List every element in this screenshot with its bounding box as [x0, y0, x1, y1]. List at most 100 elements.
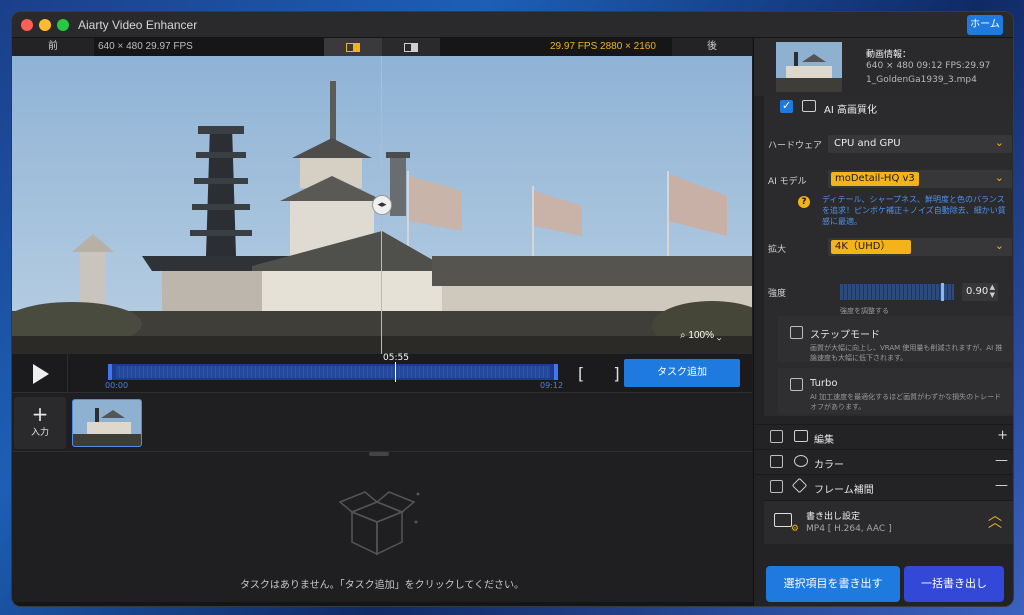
- collapse-icon[interactable]: —: [995, 478, 1008, 493]
- input-label: 入力: [30, 428, 49, 438]
- step-mode-label: ステップモード: [810, 330, 880, 341]
- collapse-icon[interactable]: —: [995, 453, 1008, 468]
- help-icon[interactable]: ?: [798, 196, 810, 208]
- home-button[interactable]: ホーム: [967, 15, 1003, 35]
- chevron-down-icon: ⌄: [994, 171, 1004, 184]
- add-input-button[interactable]: + 入力: [14, 397, 66, 449]
- hardware-select[interactable]: CPU and GPU ⌄: [828, 135, 1012, 153]
- video-info-specs: 640 × 480 09:12 FPS:29.97: [866, 61, 991, 71]
- compare-info-bar: 前 640 × 480 29.97 FPS 29.97 FPS 2880 × 2…: [12, 38, 752, 56]
- timeline-bar: 05:55 00:00 09:12 [ ] タスク追加: [12, 353, 752, 392]
- hardware-value: CPU and GPU: [834, 138, 901, 149]
- titlebar: Aiarty Video Enhancer ホーム: [12, 12, 1013, 38]
- color-label: カラー: [814, 460, 844, 471]
- edit-checkbox[interactable]: [770, 430, 783, 443]
- feature-row-edit[interactable]: 編集 +: [754, 424, 1013, 448]
- app-title: Aiarty Video Enhancer: [78, 18, 198, 32]
- step-mode-checkbox[interactable]: [790, 326, 803, 339]
- strength-label: 強度: [768, 289, 787, 299]
- strength-slider[interactable]: [840, 283, 954, 301]
- feature-row-frame-interpolation[interactable]: フレーム補間 —: [754, 474, 1013, 498]
- turbo-description: AI 加工速度を最適化するほど画質がわずかな損失のトレードオフがあります。: [810, 393, 1002, 411]
- playhead[interactable]: [395, 362, 396, 382]
- ai-model-description: ディテール、シャープネス、鮮明度と色のバランスを追求！ピンボケ補正＋ノイズ自動除…: [822, 195, 1006, 226]
- frame-interpolation-label: フレーム補間: [814, 485, 874, 496]
- panel-resize-handle[interactable]: [369, 452, 389, 456]
- ai-enhance-title: AI 高画質化: [824, 105, 877, 116]
- chevron-down-icon: ⌄: [994, 136, 1004, 149]
- minimize-window-button[interactable]: [39, 19, 51, 31]
- compare-split-handle[interactable]: ◂▸: [372, 195, 392, 215]
- before-label: 前: [12, 38, 94, 56]
- play-icon: [33, 364, 49, 384]
- edit-icon: [794, 430, 808, 442]
- view-mode-toggle: [324, 38, 440, 56]
- after-label: 後: [672, 38, 752, 56]
- feature-row-color[interactable]: カラー —: [754, 449, 1013, 473]
- turbo-box: Turbo AI 加工速度を最適化するほど画質がわずかな損失のトレードオフがあり…: [778, 368, 1013, 414]
- clip-thumbnail-image: [73, 400, 141, 446]
- zoom-value: 100%: [688, 330, 714, 341]
- palette-icon: [794, 455, 808, 467]
- step-mode-box: ステップモード 画質が大幅に向上し、VRAM 使用量も削減されますが、AI 推論…: [778, 316, 1013, 362]
- app-window: Aiarty Video Enhancer ホーム 前 640 × 480 29…: [11, 11, 1014, 607]
- edit-label: 編集: [814, 435, 834, 446]
- export-settings-title: 書き出し設定: [806, 512, 861, 522]
- chevron-up-double-icon[interactable]: ︿ ︿: [988, 509, 1002, 530]
- video-info-header: 動画情報： 640 × 480 09:12 FPS:29.97 1_Golden…: [754, 38, 1013, 96]
- export-settings[interactable]: 書き出し設定 MP4 [ H.264, AAC ] ︿︿: [764, 500, 1013, 544]
- ai-model-value: moDetail-HQ v3: [831, 172, 919, 186]
- strength-hint: 強度を調整する: [840, 307, 889, 315]
- export-selected-button[interactable]: 選択項目を書き出す: [766, 566, 900, 602]
- ai-model-label: AI モデル: [768, 177, 807, 187]
- strength-slider-knob[interactable]: [941, 283, 944, 301]
- video-file-name: 1_GoldenGa1939_3.mp4: [866, 75, 977, 85]
- ai-enhance-checkbox[interactable]: [780, 99, 793, 113]
- video-info-thumbnail: [776, 42, 842, 92]
- turbo-checkbox[interactable]: [790, 378, 803, 391]
- task-area: タスクはありません。「タスク追加」をクリックしてください。: [12, 452, 752, 602]
- frame-interpolation-icon: [791, 477, 808, 494]
- step-mode-description: 画質が大幅に向上し、VRAM 使用量も削減されますが、AI 推論速度も大幅に低下…: [810, 344, 1003, 362]
- settings-panel: 動画情報： 640 × 480 09:12 FPS:29.97 1_Golden…: [753, 38, 1013, 606]
- empty-box-icon: [338, 491, 420, 556]
- source-info: 640 × 480 29.97 FPS: [98, 41, 193, 52]
- ai-model-select[interactable]: moDetail-HQ v3 ⌄: [828, 170, 1012, 188]
- zoom-window-button[interactable]: [57, 19, 69, 31]
- strength-value: 0.90: [966, 286, 989, 297]
- play-button[interactable]: [12, 354, 68, 392]
- clip-strip: + 入力: [12, 392, 752, 452]
- export-settings-icon: [774, 513, 799, 534]
- zoom-level[interactable]: ⌕ 100% ⌄: [680, 330, 721, 341]
- scale-label: 拡大: [768, 245, 787, 255]
- video-info-title: 動画情報：: [866, 50, 912, 60]
- turbo-label: Turbo: [810, 378, 838, 389]
- trim-start-time: 00:00: [105, 381, 129, 390]
- split-view-button[interactable]: [324, 38, 382, 56]
- hardware-label: ハードウェア: [768, 141, 823, 151]
- plus-icon: +: [31, 402, 49, 426]
- scale-value: 4K（UHD）: [831, 240, 911, 254]
- trim-end-time: 09:12: [540, 381, 564, 390]
- ai-enhance-section: AI 高画質化 ハードウェア CPU and GPU ⌄ AI モデル moDe…: [764, 96, 1013, 416]
- chevron-down-icon: ⌄: [994, 239, 1004, 252]
- chevron-down-icon: ⌄: [713, 330, 722, 341]
- stepper-icon[interactable]: ▲ ▼: [990, 283, 995, 299]
- scale-select[interactable]: 4K（UHD） ⌄: [828, 238, 1012, 256]
- batch-export-button[interactable]: 一括書き出し: [904, 566, 1004, 602]
- close-window-button[interactable]: [21, 19, 33, 31]
- output-info: 29.97 FPS 2880 × 2160: [550, 41, 656, 52]
- split-view-icon: [346, 43, 360, 52]
- add-task-button[interactable]: タスク追加: [624, 359, 740, 387]
- timeline-ticks: [116, 366, 550, 378]
- side-by-side-view-icon[interactable]: [404, 43, 418, 52]
- strength-input[interactable]: 0.90 ▲ ▼: [962, 283, 998, 301]
- color-checkbox[interactable]: [770, 455, 783, 468]
- timeline-track[interactable]: [108, 364, 558, 380]
- expand-icon[interactable]: +: [997, 428, 1008, 443]
- empty-task-message: タスクはありません。「タスク追加」をクリックしてください。: [239, 580, 525, 591]
- video-preview[interactable]: ◂▸ ⌕ 100% ⌄: [12, 56, 752, 354]
- export-format: MP4 [ H.264, AAC ]: [806, 524, 892, 534]
- clip-thumbnail[interactable]: [72, 399, 142, 447]
- frame-interpolation-checkbox[interactable]: [770, 480, 783, 493]
